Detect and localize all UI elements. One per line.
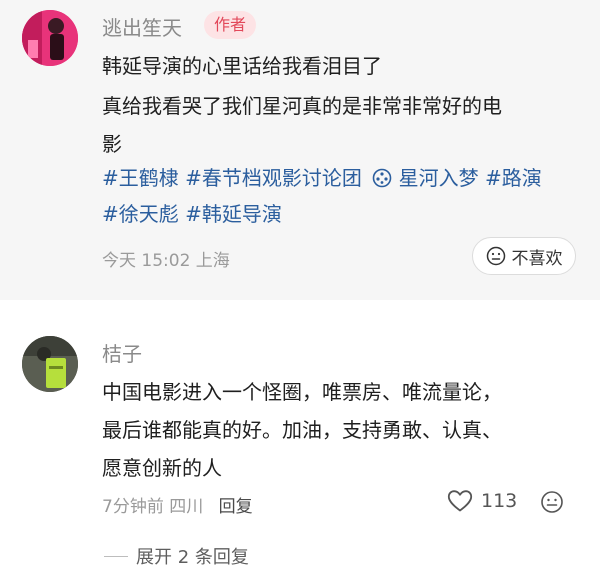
hashtag-links[interactable]: #徐天彪 #韩延导演 (102, 198, 282, 227)
heart-icon (447, 489, 473, 513)
author-username[interactable]: 逃出笙天 (102, 12, 182, 41)
like-count: 113 (481, 490, 518, 512)
comment-text-line: 愿意创新的人 (102, 456, 222, 480)
reply-button[interactable]: 回复 (219, 497, 253, 517)
comment-text-line: 中国电影进入一个怪圈，唯票房、唯流量论， (102, 380, 502, 404)
comment-time-location: 7分钟前 四川 (102, 497, 204, 517)
post-text-line: 真给我看哭了我们星河真的是非常非常好的电 (102, 94, 502, 118)
post-meta: 今天 15:02 上海 (102, 251, 230, 271)
topic-link[interactable]: 星河入梦 (399, 166, 479, 190)
like-button[interactable]: 113 (447, 489, 517, 513)
sad-face-icon (486, 246, 506, 266)
commenter-avatar[interactable] (22, 336, 78, 392)
dislike-label: 不喜欢 (511, 248, 563, 269)
post-text-line: 影 (102, 132, 122, 156)
hashtag-links[interactable]: #王鹤棣 #春节档观影讨论团 (102, 166, 362, 190)
comment-meta: 7分钟前 四川 回复 (102, 492, 253, 517)
commenter-username[interactable]: 桔子 (102, 338, 142, 367)
expand-replies-link[interactable]: 展开 2 条回复 (136, 543, 249, 569)
comment-text-line: 最后谁都能真的好。加油，支持勇敢、认真、 (102, 418, 502, 442)
dislike-button[interactable]: 不喜欢 (472, 237, 576, 275)
post-text-line: 韩延导演的心里话给我看泪目了 (102, 54, 382, 78)
expand-divider (104, 556, 128, 557)
emoji-face-icon[interactable] (540, 490, 564, 518)
author-tag-badge: 作者 (204, 11, 257, 39)
author-avatar[interactable] (22, 10, 78, 66)
film-reel-icon (372, 168, 392, 193)
hashtag-link[interactable]: #路演 (485, 166, 542, 190)
hashtag-row: #王鹤棣 #春节档观影讨论团 星河入梦 #路演 (102, 162, 542, 193)
